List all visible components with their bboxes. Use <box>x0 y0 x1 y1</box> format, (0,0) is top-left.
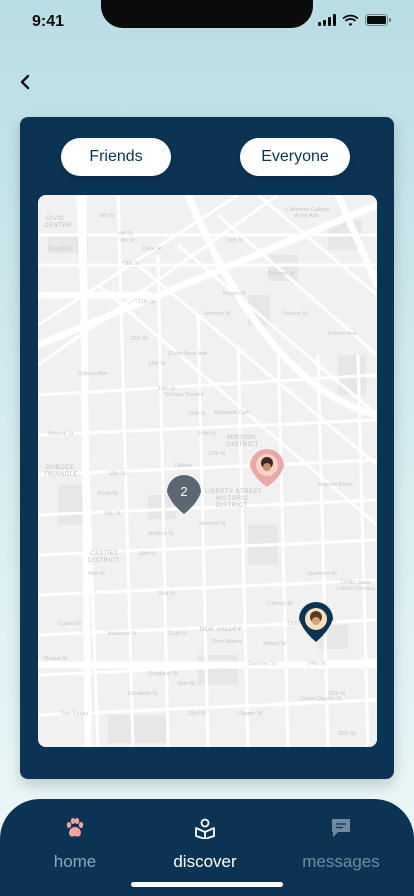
nav-messages-label: messages <box>302 852 380 871</box>
map-label: Douglass St <box>148 671 178 677</box>
map-canvas[interactable]: California College of the Arts Victoria … <box>38 195 377 747</box>
map-label: Castro St <box>58 621 81 627</box>
cluster-count: 2 <box>180 484 187 499</box>
map-label: of the Arts <box>294 213 319 219</box>
map-label: 26th St <box>338 731 356 737</box>
map-label: 11th St <box>138 299 155 305</box>
back-button[interactable] <box>14 70 38 94</box>
map-label: 10th St <box>226 238 244 244</box>
map-label: 15th St <box>188 411 206 417</box>
map-label: Folsom St <box>283 311 308 317</box>
map-label: Otis St <box>123 261 140 267</box>
everyone-toggle-button[interactable]: Everyone <box>240 138 350 176</box>
cellular-signal-icon <box>318 14 336 26</box>
nav-discover[interactable]: discover <box>145 817 265 872</box>
map-label: Clipper St <box>238 711 263 717</box>
status-time: 9:41 <box>32 13 65 30</box>
status-icons <box>318 14 392 26</box>
map-label: Division St <box>268 271 294 277</box>
device-notch <box>101 0 313 28</box>
map-label: 25th St <box>328 691 346 697</box>
map-label: 20th St <box>138 551 156 557</box>
district-label: DUBOCE <box>46 465 75 471</box>
map-label: Mission St <box>148 531 174 537</box>
nav-discover-label: discover <box>173 852 237 871</box>
district-label: CENTER <box>44 223 72 229</box>
map-label: Sanchez St <box>248 661 277 667</box>
map-label: 9th St <box>120 238 135 244</box>
map-label: Noe St <box>88 571 105 577</box>
nav-home[interactable]: home <box>15 817 135 872</box>
map-label: Guerrero St <box>308 571 337 577</box>
map-label: Duboce Ave <box>78 371 108 377</box>
map-label: Church St <box>268 601 293 607</box>
map-label: Noe St <box>178 681 195 687</box>
chevron-left-icon <box>20 74 30 90</box>
district-label: HISTORIC <box>216 496 249 502</box>
map-label: 17th St <box>208 451 226 457</box>
map-view[interactable]: California College of the Arts Victoria … <box>38 195 377 747</box>
map-label: Pond St <box>98 491 118 497</box>
map-label: Delfina <box>175 463 193 469</box>
district-label: DISTRICT <box>88 558 120 564</box>
map-label: 13th St <box>148 361 166 367</box>
map-label: Market St <box>44 656 68 662</box>
map-label: Hill St <box>118 231 133 237</box>
map-card: Friends Everyone California College of t… <box>20 117 394 779</box>
district-label: TRIANGLE <box>44 472 78 478</box>
map-label: Jersey St <box>263 641 286 647</box>
district-label: CASTRO <box>90 551 118 557</box>
map-label: Valencia St <box>198 521 226 527</box>
battery-icon <box>365 14 391 26</box>
map-label: Dore St <box>143 246 162 252</box>
chat-bubble-icon <box>332 819 350 837</box>
district-label: DISTRICT <box>227 442 259 448</box>
map-label: 12th St <box>130 336 148 342</box>
map-label: Victoria Theatre <box>165 392 204 398</box>
paw-icon <box>66 818 84 837</box>
friends-toggle-button[interactable]: Friends <box>61 138 171 176</box>
home-indicator <box>131 882 283 887</box>
map-label: Alvarado St <box>108 631 137 637</box>
map-label: 14th St <box>158 386 176 392</box>
district-label: DISTRICT <box>216 503 248 509</box>
map-label: Luke's Campus <box>337 586 375 592</box>
map-label: Gough St <box>48 246 72 252</box>
district-label: CIVIC <box>46 216 65 222</box>
district-label: LIBERTY STREET <box>205 489 262 495</box>
district-label: MISSION <box>227 435 256 441</box>
status-bar: 9:41 <box>0 0 414 44</box>
nav-home-label: home <box>53 852 97 871</box>
map-label: Balompie Cafe <box>214 410 250 416</box>
map-label: Mission St <box>48 431 74 437</box>
map-label: 24th St <box>308 661 326 667</box>
map-label: 21st St <box>158 591 176 597</box>
district-label: NOE VALLEY <box>200 627 242 633</box>
map-label: 18th St <box>108 471 126 477</box>
wifi-icon <box>342 14 359 26</box>
discover-book-icon <box>195 818 215 840</box>
map-label: 23rd St <box>188 711 206 717</box>
map-label: Bracero Bistro <box>318 482 353 488</box>
map-label: 22nd St <box>168 631 187 637</box>
map-label: S Van Ness Ave <box>168 351 207 357</box>
nav-messages[interactable]: messages <box>281 817 401 872</box>
map-label: Potrero Ave <box>328 331 357 337</box>
map-label: Bryant St <box>223 291 246 297</box>
map-label: 19th St <box>103 511 121 517</box>
map-label: Twin Peaks <box>60 711 88 717</box>
map-label: Elizabeth St <box>128 691 158 697</box>
map-label: Chez Marius <box>211 639 242 645</box>
map-label: 16th St <box>198 431 216 437</box>
map-label: 8th St <box>100 213 115 219</box>
map-label: Harrison St <box>203 311 231 317</box>
